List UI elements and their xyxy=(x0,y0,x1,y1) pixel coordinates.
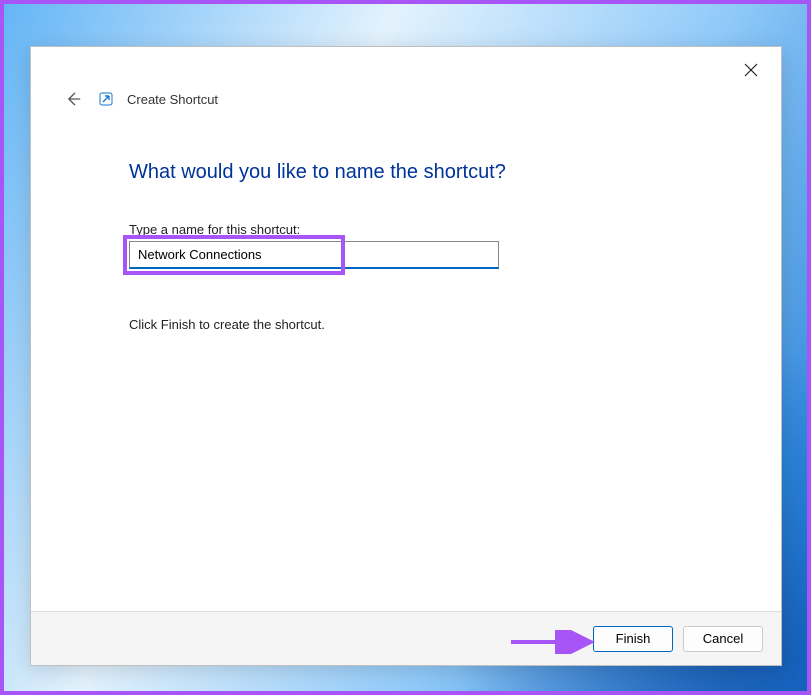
titlebar-row xyxy=(31,47,781,85)
dialog-footer: Finish Cancel xyxy=(31,611,781,665)
create-shortcut-dialog: Create Shortcut What would you like to n… xyxy=(30,46,782,666)
dialog-title: Create Shortcut xyxy=(127,92,218,107)
page-heading: What would you like to name the shortcut… xyxy=(129,161,711,184)
close-icon xyxy=(744,63,758,77)
shortcut-name-input[interactable] xyxy=(129,241,499,269)
close-button[interactable] xyxy=(733,55,769,85)
back-button[interactable] xyxy=(61,87,85,111)
cancel-button[interactable]: Cancel xyxy=(683,626,763,652)
annotation-arrow-icon xyxy=(509,630,599,654)
instruction-label: Type a name for this shortcut: xyxy=(129,222,711,237)
dialog-content: What would you like to name the shortcut… xyxy=(31,111,781,611)
name-input-wrap xyxy=(129,241,499,269)
finish-button[interactable]: Finish xyxy=(593,626,673,652)
back-arrow-icon xyxy=(63,89,83,109)
shortcut-icon xyxy=(99,92,113,106)
dialog-header: Create Shortcut xyxy=(31,85,781,111)
hint-text: Click Finish to create the shortcut. xyxy=(129,317,711,332)
